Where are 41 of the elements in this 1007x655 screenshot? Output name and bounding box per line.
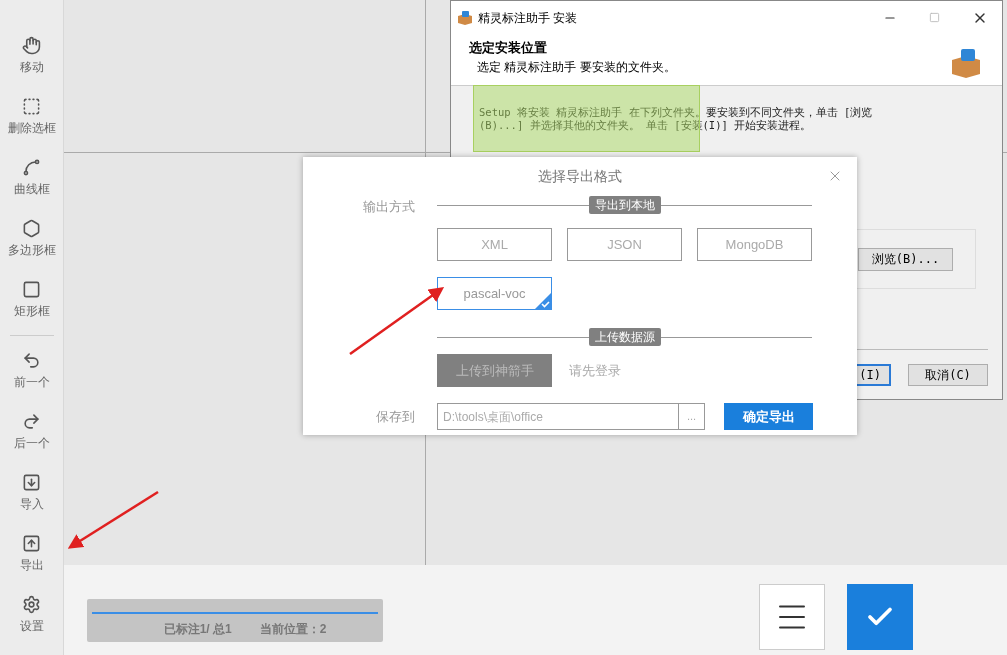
installer-description: Setup 将安装 精灵标注助手 在下列文件夹。要安装到不同文件夹，单击 [浏览 [479,106,874,119]
dialog-title: 选择导出格式 [538,166,622,186]
polygon-icon [22,219,41,238]
cancel-button[interactable]: 取消(C) [908,364,988,386]
save-label: 保存到 [376,407,415,426]
toolbar-button[interactable]: 删除选框 [1,89,62,145]
toolbar-button[interactable]: 移动 [1,28,62,84]
toolbar-button[interactable]: 矩形框 [1,272,62,328]
rectangle-icon [22,280,41,299]
login-hint: 请先登录 [569,361,621,380]
settings-icon [22,595,41,614]
menu-button[interactable] [759,583,825,650]
toolbar-button[interactable]: 后一个 [1,404,62,460]
import-icon [22,473,41,492]
confirm-check-button[interactable] [847,583,913,650]
section-label: 导出到本地 [588,196,661,214]
current-position: 当前位置：2 [259,620,327,638]
export-icon [22,534,41,553]
section-label: 上传数据源 [588,328,661,346]
forward-arrow-icon [22,412,41,431]
toolbar-button[interactable]: 设置 [1,587,62,643]
toolbar-button[interactable]: 导入 [1,465,62,521]
back-arrow-icon [22,351,41,370]
curve-icon [22,158,41,177]
package-icon [950,48,982,78]
selected-check-icon [535,293,551,309]
confirm-export-button[interactable]: 确定导出 [724,403,813,430]
format-option[interactable]: pascal-voc [437,277,552,310]
dashed-square-icon [22,97,41,116]
browse-button[interactable]: 浏览(B)... [858,247,953,271]
installer-heading: 选定安装位置 [469,39,548,57]
toolbar-button[interactable]: 曲线框 [1,150,62,206]
annotated-count: 已标注1/ 总1 [163,620,232,638]
installer-subheading: 选定 精灵标注助手 要安装的文件夹。 [476,58,676,76]
hand-icon [22,36,41,55]
toolbar-button[interactable]: 导出 [1,526,62,582]
toolbar-button[interactable]: 前一个 [1,343,62,399]
package-icon [457,9,473,26]
window-title: 精灵标注助手 安装 [478,9,578,27]
output-label: 输出方式 [363,198,415,216]
toolbar-button[interactable]: 多边形框 [1,211,62,267]
